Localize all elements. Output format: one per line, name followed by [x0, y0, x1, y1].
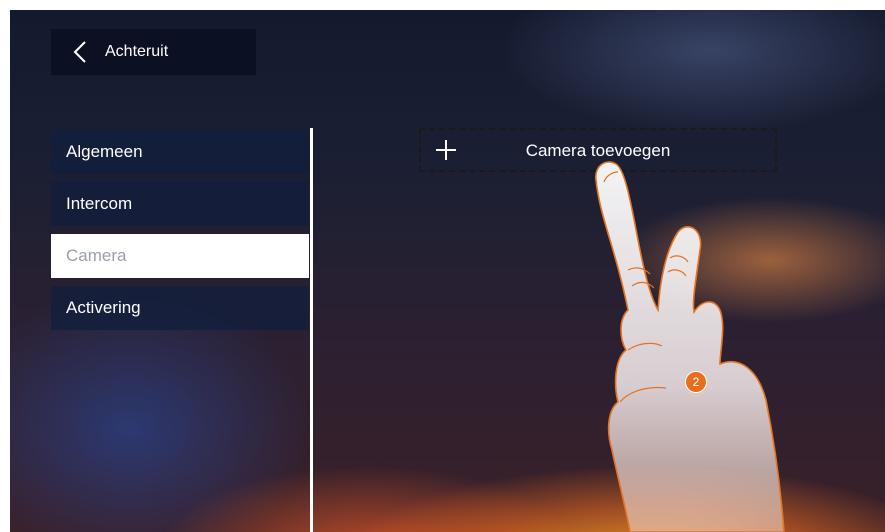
vertical-divider [310, 128, 313, 532]
back-button[interactable]: Achteruit [51, 29, 256, 75]
menu-item-camera[interactable]: Camera [51, 234, 309, 278]
pointing-hand-icon [595, 161, 785, 532]
device-screen: Achteruit Algemeen Intercom Camera Activ… [10, 10, 885, 532]
menu-item-intercom[interactable]: Intercom [51, 182, 309, 226]
menu-item-activering[interactable]: Activering [51, 286, 309, 330]
chevron-left-icon [65, 29, 95, 75]
back-button-label: Achteruit [105, 43, 169, 60]
settings-menu: Algemeen Intercom Camera Activering [51, 130, 309, 338]
menu-item-algemeen[interactable]: Algemeen [51, 130, 309, 174]
step-number-badge: 2 [685, 371, 707, 393]
